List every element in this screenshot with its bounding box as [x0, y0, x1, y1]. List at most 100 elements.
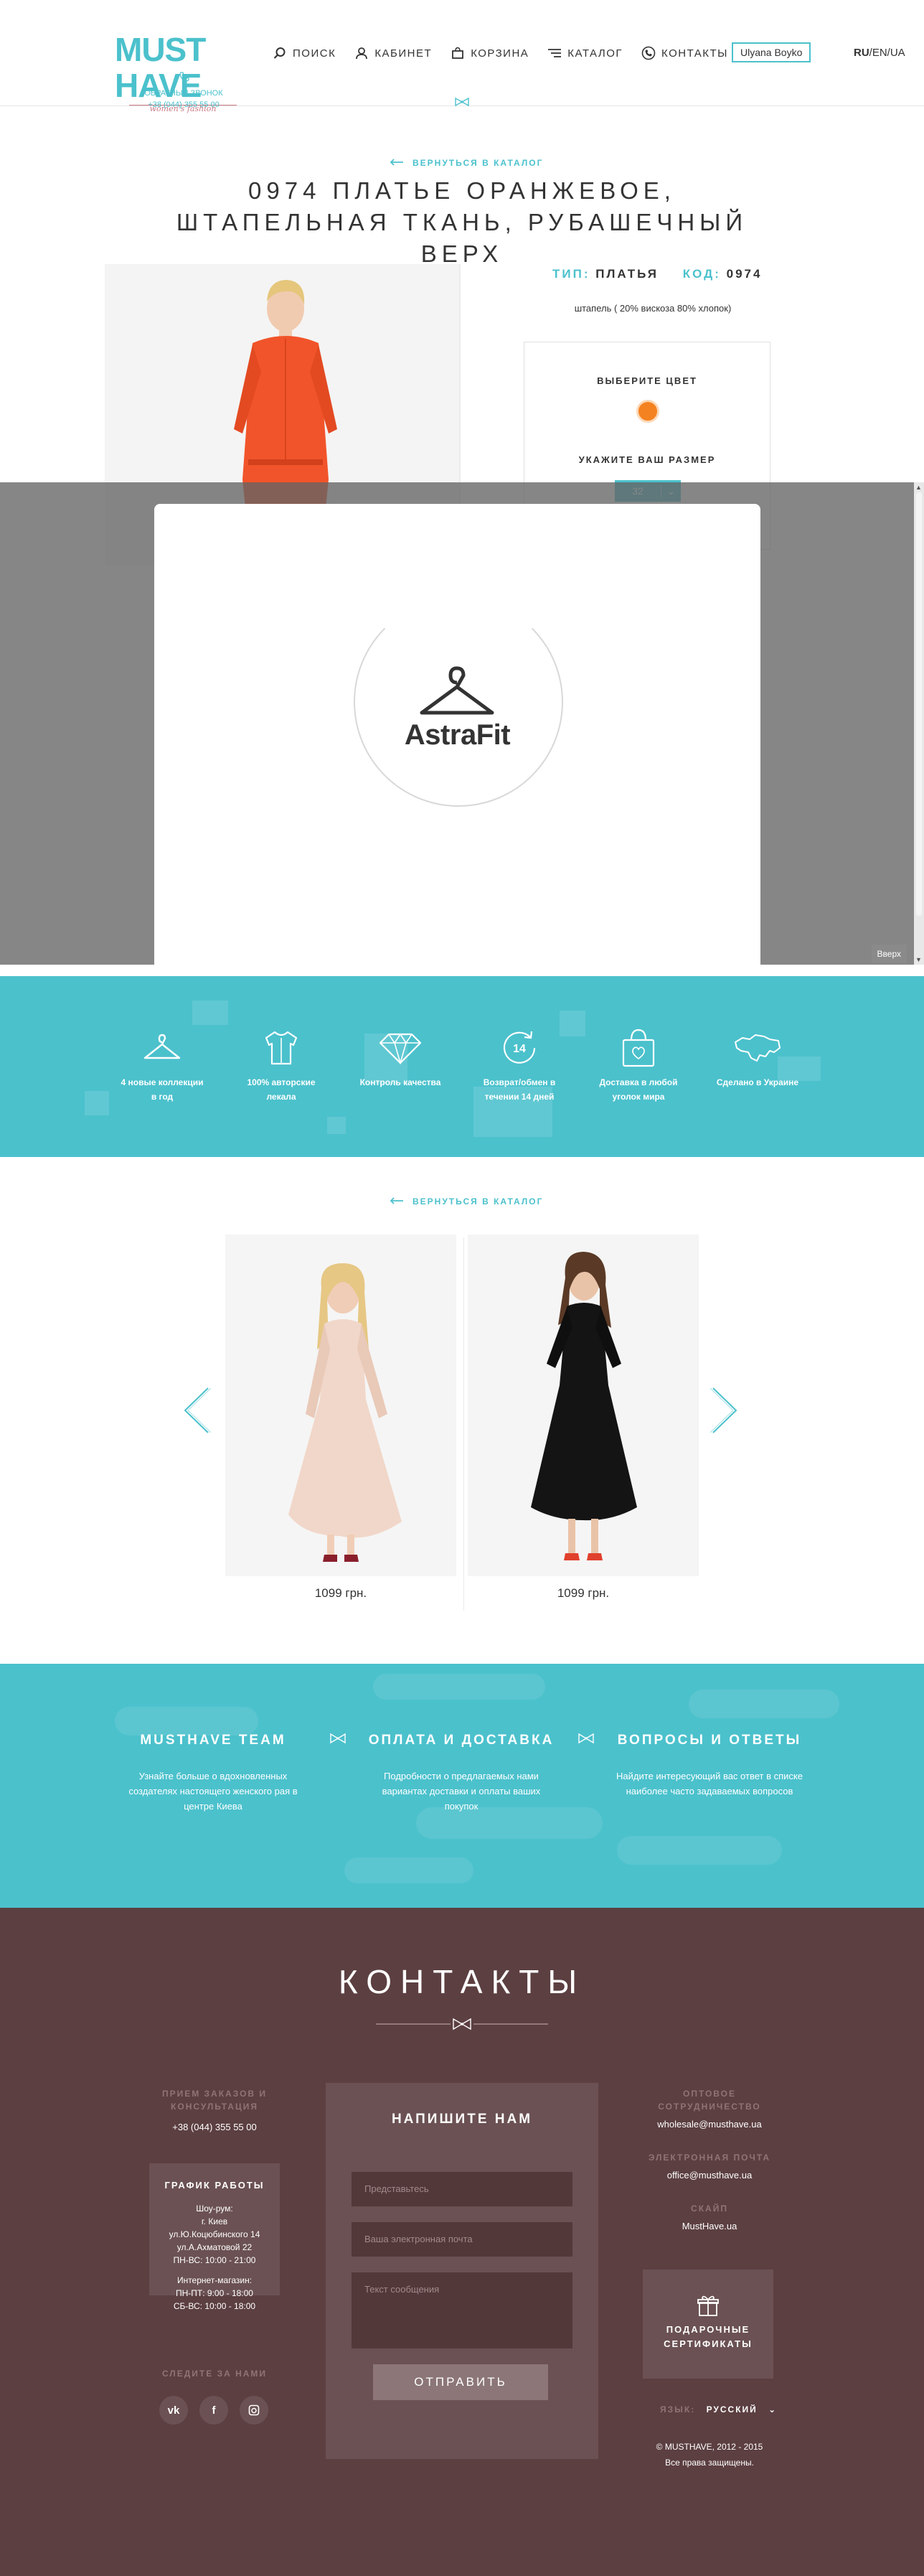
back-to-catalog-link-2[interactable]: ВЕРНУТЬСЯ В КАТАЛОГ [390, 1196, 543, 1207]
info-title[interactable]: ОПЛАТА И ДОСТАВКА [364, 1733, 558, 1748]
title-ornament [376, 2017, 548, 2031]
deco-cloud [689, 1690, 839, 1718]
carousel-next-button[interactable] [710, 1385, 739, 1435]
nav-catalog-label: КАТАЛОГ [567, 47, 623, 60]
user-account-button[interactable]: Ulyana Boyko [732, 42, 811, 62]
fitting-modal: AstraFit [154, 504, 760, 970]
brand-name: AstraFit [404, 719, 511, 751]
message-textarea[interactable]: Текст сообщения [352, 2272, 572, 2348]
nav-search[interactable]: ПОИСК [273, 46, 336, 60]
chevron-down-icon: ⌄ [768, 2404, 778, 2415]
orders-block: ПРИЕМ ЗАКАЗОВ И КОНСУЛЬТАЦИЯ +38 (044) 3… [149, 2087, 280, 2132]
carousel-prev-button[interactable] [182, 1385, 212, 1435]
feature-return: 14 Возврат/обмен в течении 14 дней [476, 1025, 562, 1104]
scroll-up-icon[interactable]: ▲ [915, 484, 922, 491]
user-icon [354, 46, 369, 60]
copyright-line: © MUSTHAVE, 2012 - 2015 [656, 2442, 763, 2452]
back-to-catalog-link[interactable]: ВЕРНУТЬСЯ В КАТАЛОГ [390, 158, 543, 168]
skype-handle[interactable]: MustHave.ua [641, 2221, 778, 2231]
office-email[interactable]: office@musthave.ua [641, 2170, 778, 2181]
info-title[interactable]: MUSTHAVE TEAM [116, 1733, 310, 1748]
skype-label: СКАЙП [691, 2203, 728, 2214]
info-team[interactable]: MUSTHAVE TEAM Узнайте больше о вдохновле… [116, 1733, 310, 1814]
nav-catalog[interactable]: КАТАЛОГ [547, 46, 623, 60]
model-illustration [288, 1263, 402, 1562]
feature-label: Контроль качества [359, 1077, 441, 1087]
product-card-image[interactable] [225, 1235, 456, 1576]
deco-square [327, 1117, 346, 1134]
bag-icon [451, 46, 465, 60]
deco-cloud [373, 1674, 545, 1700]
color-swatch-orange[interactable] [636, 400, 659, 423]
deco-cloud [344, 1858, 473, 1883]
wholesale-email[interactable]: wholesale@musthave.ua [641, 2119, 778, 2130]
wholesale-label: ОПТОВОЕ СОТРУДНИЧЕСТВО [658, 2089, 761, 2112]
model-illustration [531, 1252, 637, 1560]
gift-label: ПОДАРОЧНЫЕ СЕРТИФИКАТЫ [664, 2324, 753, 2349]
product-card[interactable]: 1099 грн. [468, 1235, 699, 1600]
feature-label: Сделано в Украине [716, 1077, 799, 1087]
facebook-icon[interactable]: f [199, 2396, 228, 2425]
send-button[interactable]: ОТПРАВИТЬ [373, 2364, 548, 2400]
instagram-icon[interactable] [240, 2396, 268, 2425]
lang-active[interactable]: RU [854, 47, 869, 59]
lang-others[interactable]: /EN/UA [869, 47, 905, 59]
nav-cabinet-label: КАБИНЕТ [374, 47, 433, 60]
search-icon [273, 46, 287, 60]
email-input[interactable]: Ваша электронная почта [352, 2222, 572, 2257]
scroll-down-icon[interactable]: ▼ [915, 956, 922, 963]
bow-icon [376, 2018, 548, 2031]
name-input[interactable]: Представьтесь [352, 2172, 572, 2206]
language-switcher[interactable]: RU/EN/UA [854, 47, 905, 59]
schedule-box: ГРАФИК РАБОТЫ Шоу-рум: г. Киев ул.Ю.Коцю… [149, 2163, 280, 2311]
callback-link[interactable]: ОБРАТНЫЙ ЗВОНОК +38 (044) 355 55 00 [141, 72, 227, 111]
follow-block: СЛЕДИТЕ ЗА НАМИ [149, 2367, 280, 2380]
orders-label: ПРИЕМ ЗАКАЗОВ И КОНСУЛЬТАЦИЯ [161, 2089, 268, 2112]
feature-label: 100% авторские лекала [247, 1077, 316, 1102]
scroll-top-button[interactable]: Вверх [871, 945, 907, 963]
schedule-spacer [149, 2267, 280, 2274]
form-title: НАПИШИТЕ НАМ [391, 2112, 533, 2127]
product-card-image[interactable] [468, 1235, 699, 1576]
email-label: ЭЛЕКТРОННАЯ ПОЧТА [648, 2153, 771, 2163]
callback-label: ОБРАТНЫЙ ЗВОНОК [144, 89, 223, 98]
info-title[interactable]: ВОПРОСЫ И ОТВЕТЫ [613, 1733, 806, 1748]
nav-cabinet[interactable]: КАБИНЕТ [354, 46, 432, 60]
scrollbar-thumb[interactable] [916, 492, 922, 916]
arrow-left-icon [390, 158, 404, 168]
nav-contacts[interactable]: КОНТАКТЫ [641, 46, 728, 60]
back-link-label: ВЕРНУТЬСЯ В КАТАЛОГ [412, 158, 544, 168]
back-link-label: ВЕРНУТЬСЯ В КАТАЛОГ [412, 1196, 544, 1207]
diamond-icon [357, 1025, 443, 1071]
contacts-title: КОНТАКТЫ [338, 1963, 586, 2000]
schedule-line: ул.Ю.Коцюбинского 14 [169, 2229, 260, 2239]
orders-phone[interactable]: +38 (044) 355 55 00 [149, 2122, 280, 2132]
info-faq[interactable]: ВОПРОСЫ И ОТВЕТЫ Найдите интересующий ва… [613, 1733, 806, 1799]
bow-icon [329, 1733, 347, 1748]
page: MUST HAVE women's fashion ОБРАТНЫЙ ЗВОНО… [0, 0, 924, 2576]
hanger-icon [418, 665, 496, 723]
modal-scrollbar[interactable]: ▲ ▼ [914, 482, 924, 965]
contacts-footer: КОНТАКТЫ ПРИЕМ ЗАКАЗОВ И КОНСУЛЬТАЦИЯ +3… [0, 1908, 924, 2576]
shopping-bag-icon [595, 1025, 682, 1071]
deco-square [85, 1091, 109, 1115]
shirt-icon [238, 1025, 324, 1071]
gift-certificates-button[interactable]: ПОДАРОЧНЫЕ СЕРТИФИКАТЫ [643, 2270, 773, 2379]
chevron-left-icon [184, 1387, 212, 1433]
info-text: Подробности о предлагаемых нами варианта… [382, 1771, 541, 1812]
deco-square [560, 1011, 585, 1036]
info-delivery[interactable]: ОПЛАТА И ДОСТАВКА Подробности о предлага… [364, 1733, 558, 1814]
callback-phone: +38 (044) 355 55 00 [148, 100, 220, 109]
fabric-description: штапель ( 20% вискоза 80% хлопок) [574, 303, 732, 314]
feature-label: 4 новые коллекции в год [121, 1077, 204, 1102]
contact-details: ОПТОВОЕ СОТРУДНИЧЕСТВО wholesale@musthav… [641, 2087, 778, 2253]
vk-icon[interactable]: vk [159, 2396, 188, 2425]
product-meta: ТИП: ПЛАТЬЯ КОД: 0974 [552, 267, 781, 281]
nav-cart[interactable]: КОРЗИНА [451, 46, 529, 60]
schedule-line: Интернет-магазин: [176, 2275, 253, 2285]
menu-icon [547, 46, 562, 60]
feature-patterns: 100% авторские лекала [238, 1025, 324, 1104]
language-select[interactable]: ЯЗЫК: РУССКИЙ ⌄ [660, 2404, 777, 2415]
product-card[interactable]: 1099 грн. [225, 1235, 456, 1600]
modal-overlay[interactable]: AstraFit ▲ ▼ Вверх [0, 482, 924, 970]
